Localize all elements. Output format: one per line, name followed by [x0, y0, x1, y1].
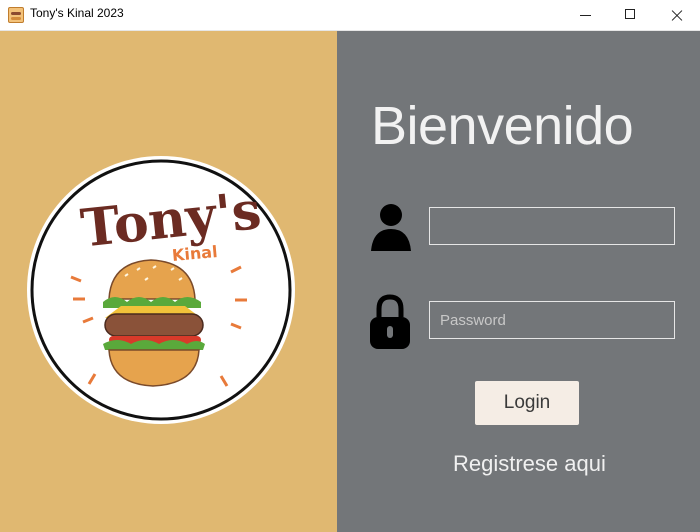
app-window: Tony's Kinal 2023 Tony's Kinal Bienvenid…	[0, 0, 700, 532]
maximize-button[interactable]	[608, 0, 654, 31]
lock-icon	[370, 294, 410, 349]
logo-subtext: Kinal	[171, 242, 218, 265]
username-field[interactable]	[429, 207, 675, 245]
tonys-kinal-logo: Tony's Kinal	[27, 156, 295, 424]
user-icon	[371, 204, 411, 251]
password-field[interactable]	[429, 301, 675, 339]
register-link[interactable]: Registrese aqui	[453, 451, 606, 477]
window-title: Tony's Kinal 2023	[30, 6, 124, 20]
title-bar: Tony's Kinal 2023	[0, 0, 700, 31]
login-button[interactable]: Login	[475, 381, 579, 425]
app-icon	[8, 7, 24, 23]
welcome-heading: Bienvenido	[371, 96, 634, 156]
login-panel: Bienvenido Login Registrese aqui	[337, 31, 700, 532]
close-button[interactable]	[654, 0, 700, 31]
logo-panel: Tony's Kinal	[0, 31, 337, 532]
minimize-button[interactable]	[562, 0, 608, 31]
